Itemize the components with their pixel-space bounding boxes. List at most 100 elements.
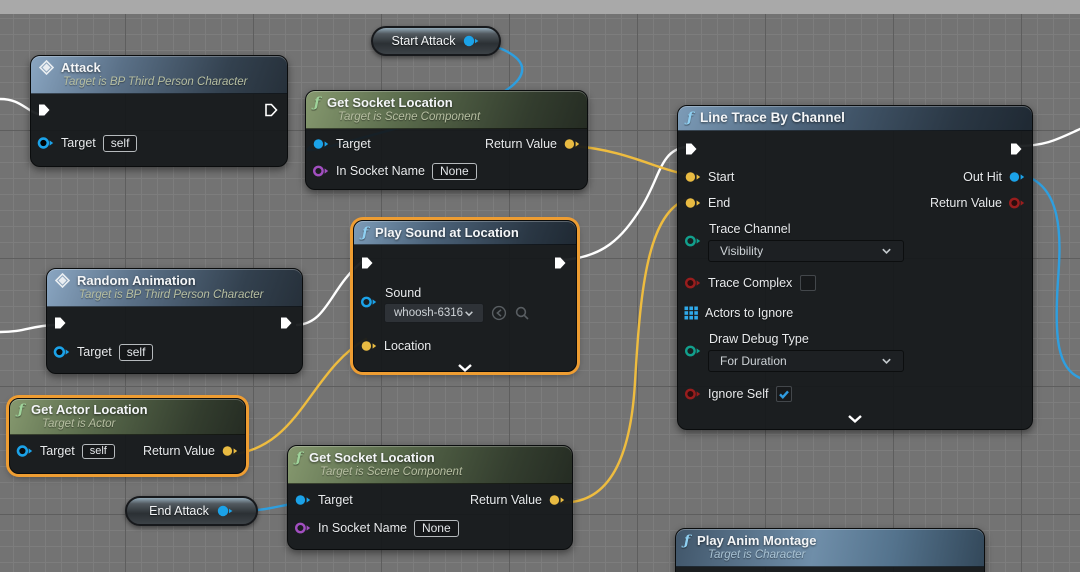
in-socket-name-label: In Socket Name xyxy=(336,164,425,178)
exec-in-pin[interactable] xyxy=(53,316,67,330)
event-diamond-icon xyxy=(39,60,54,75)
trace-channel-value: Visibility xyxy=(720,244,764,258)
target-pin-label: Target xyxy=(318,492,353,507)
node-title: Get Actor Location xyxy=(31,402,148,417)
sound-asset-value: whoosh-6316 xyxy=(394,307,464,319)
socket-name-value-box[interactable]: None xyxy=(431,162,477,180)
return-value-pin[interactable] xyxy=(563,137,581,151)
in-socket-name-pin[interactable] xyxy=(312,164,330,178)
delegate-pin[interactable] xyxy=(216,504,234,518)
sound-asset-dropdown[interactable]: whoosh-6316 xyxy=(384,303,484,323)
target-pin-label: Target xyxy=(336,137,371,151)
node-start-attack[interactable]: Start Attack xyxy=(371,26,501,56)
exec-out-pin[interactable] xyxy=(553,256,567,270)
end-pin[interactable] xyxy=(684,196,702,210)
exec-out-pin[interactable] xyxy=(1009,142,1023,156)
node-attack[interactable]: Attack Target is BP Third Person Charact… xyxy=(30,55,288,167)
target-pin-label: Target xyxy=(61,136,96,150)
target-pin[interactable] xyxy=(294,493,312,507)
actors-to-ignore-array-pin[interactable] xyxy=(684,306,699,320)
chevron-down-icon xyxy=(882,358,891,365)
node-get-socket-location-2[interactable]: ƒ Get Socket Location Target is Scene Co… xyxy=(287,445,573,550)
gsl1-header: ƒ Get Socket Location Target is Scene Co… xyxy=(306,91,587,129)
return-value-label: Return Value xyxy=(484,137,557,151)
blueprint-editor: Start Attack Attack Target is BP Third P… xyxy=(0,0,1080,572)
return-value-pin[interactable] xyxy=(221,444,239,458)
node-expander-chevron[interactable] xyxy=(354,361,576,377)
ignore-self-pin[interactable] xyxy=(684,387,702,401)
start-attack-label: Start Attack xyxy=(391,34,456,48)
draw-debug-type-dropdown[interactable]: For Duration xyxy=(708,350,904,372)
node-get-actor-location[interactable]: ƒ Get Actor Location Target is Actor Tar… xyxy=(9,398,246,474)
play-sound-header: ƒ Play Sound at Location xyxy=(354,221,576,245)
random-animation-header: Random Animation Target is BP Third Pers… xyxy=(47,269,302,307)
function-icon: ƒ xyxy=(684,532,691,549)
target-value-box[interactable]: self xyxy=(102,134,138,152)
return-value-label: Return Value xyxy=(469,492,542,507)
in-socket-name-label: In Socket Name xyxy=(318,521,407,535)
node-line-trace-by-channel[interactable]: ƒ Line Trace By Channel Start Out Hit En… xyxy=(677,105,1033,430)
node-expander-chevron[interactable] xyxy=(678,412,1032,428)
node-title: Get Socket Location xyxy=(327,95,453,110)
end-attack-label: End Attack xyxy=(149,504,209,518)
exec-out-pin[interactable] xyxy=(264,103,278,117)
node-play-sound-at-location[interactable]: ƒ Play Sound at Location Sound whoosh-63… xyxy=(353,220,577,372)
target-pin[interactable] xyxy=(37,136,55,150)
location-pin[interactable] xyxy=(360,339,378,353)
draw-debug-type-pin[interactable] xyxy=(684,344,702,358)
use-selected-asset-icon[interactable] xyxy=(491,305,507,321)
target-pin[interactable] xyxy=(312,137,330,151)
return-value-label: Return Value xyxy=(142,444,215,458)
browse-asset-icon[interactable] xyxy=(514,305,530,321)
location-pin-label: Location xyxy=(384,339,432,353)
return-value-pin[interactable] xyxy=(548,493,566,507)
sound-pin-label: Sound xyxy=(385,286,422,300)
ignore-self-label: Ignore Self xyxy=(708,387,769,401)
exec-in-pin[interactable] xyxy=(37,103,51,117)
draw-debug-type-value: For Duration xyxy=(720,354,787,368)
node-title: Get Socket Location xyxy=(309,450,435,465)
window-top-strip xyxy=(0,0,1080,14)
exec-out-pin[interactable] xyxy=(279,316,293,330)
node-random-animation[interactable]: Random Animation Target is BP Third Pers… xyxy=(46,268,303,374)
target-pin[interactable] xyxy=(16,444,34,458)
delegate-pin[interactable] xyxy=(462,34,480,48)
socket-name-value-box[interactable]: None xyxy=(413,519,459,537)
trace-channel-dropdown[interactable]: Visibility xyxy=(708,240,904,262)
return-value-pin[interactable] xyxy=(1008,196,1026,210)
node-get-socket-location-1[interactable]: ƒ Get Socket Location Target is Scene Co… xyxy=(305,90,588,190)
node-title: Play Sound at Location xyxy=(375,225,519,240)
attack-header: Attack Target is BP Third Person Charact… xyxy=(31,56,287,94)
function-icon: ƒ xyxy=(314,94,321,111)
exec-in-pin[interactable] xyxy=(360,256,374,270)
function-icon: ƒ xyxy=(362,224,369,241)
node-play-anim-montage[interactable]: ƒ Play Anim Montage Target is Character xyxy=(675,528,985,572)
sound-pin[interactable] xyxy=(360,295,378,309)
out-hit-pin[interactable] xyxy=(1008,170,1026,184)
target-pin[interactable] xyxy=(53,345,71,359)
trace-complex-pin[interactable] xyxy=(684,276,702,290)
node-subtitle: Target is BP Third Person Character xyxy=(63,76,248,88)
node-title: Attack xyxy=(61,60,101,75)
target-pin-label: Target xyxy=(40,444,75,458)
target-value-box[interactable]: self xyxy=(118,343,154,361)
in-socket-name-pin[interactable] xyxy=(294,521,312,535)
check-icon xyxy=(779,390,790,399)
ignore-self-checkbox[interactable] xyxy=(776,386,793,402)
chevron-down-icon xyxy=(882,248,891,255)
node-end-attack[interactable]: End Attack xyxy=(125,496,258,526)
exec-in-pin[interactable] xyxy=(684,142,698,156)
wire-vector-gsl1-to-start[interactable] xyxy=(571,144,687,176)
trace-complex-label: Trace Complex xyxy=(708,276,793,290)
start-pin[interactable] xyxy=(684,170,702,184)
line-trace-header: ƒ Line Trace By Channel xyxy=(678,106,1032,131)
event-diamond-icon xyxy=(55,273,70,288)
gal-header: ƒ Get Actor Location Target is Actor xyxy=(10,399,245,435)
trace-channel-pin[interactable] xyxy=(684,234,702,248)
gsl2-header: ƒ Get Socket Location Target is Scene Co… xyxy=(288,446,572,484)
target-value-box[interactable]: self xyxy=(81,443,115,459)
node-subtitle: Target is BP Third Person Character xyxy=(79,289,264,301)
trace-complex-checkbox[interactable] xyxy=(800,275,817,291)
start-pin-label: Start xyxy=(708,170,735,184)
node-subtitle: Target is Scene Component xyxy=(338,111,481,123)
